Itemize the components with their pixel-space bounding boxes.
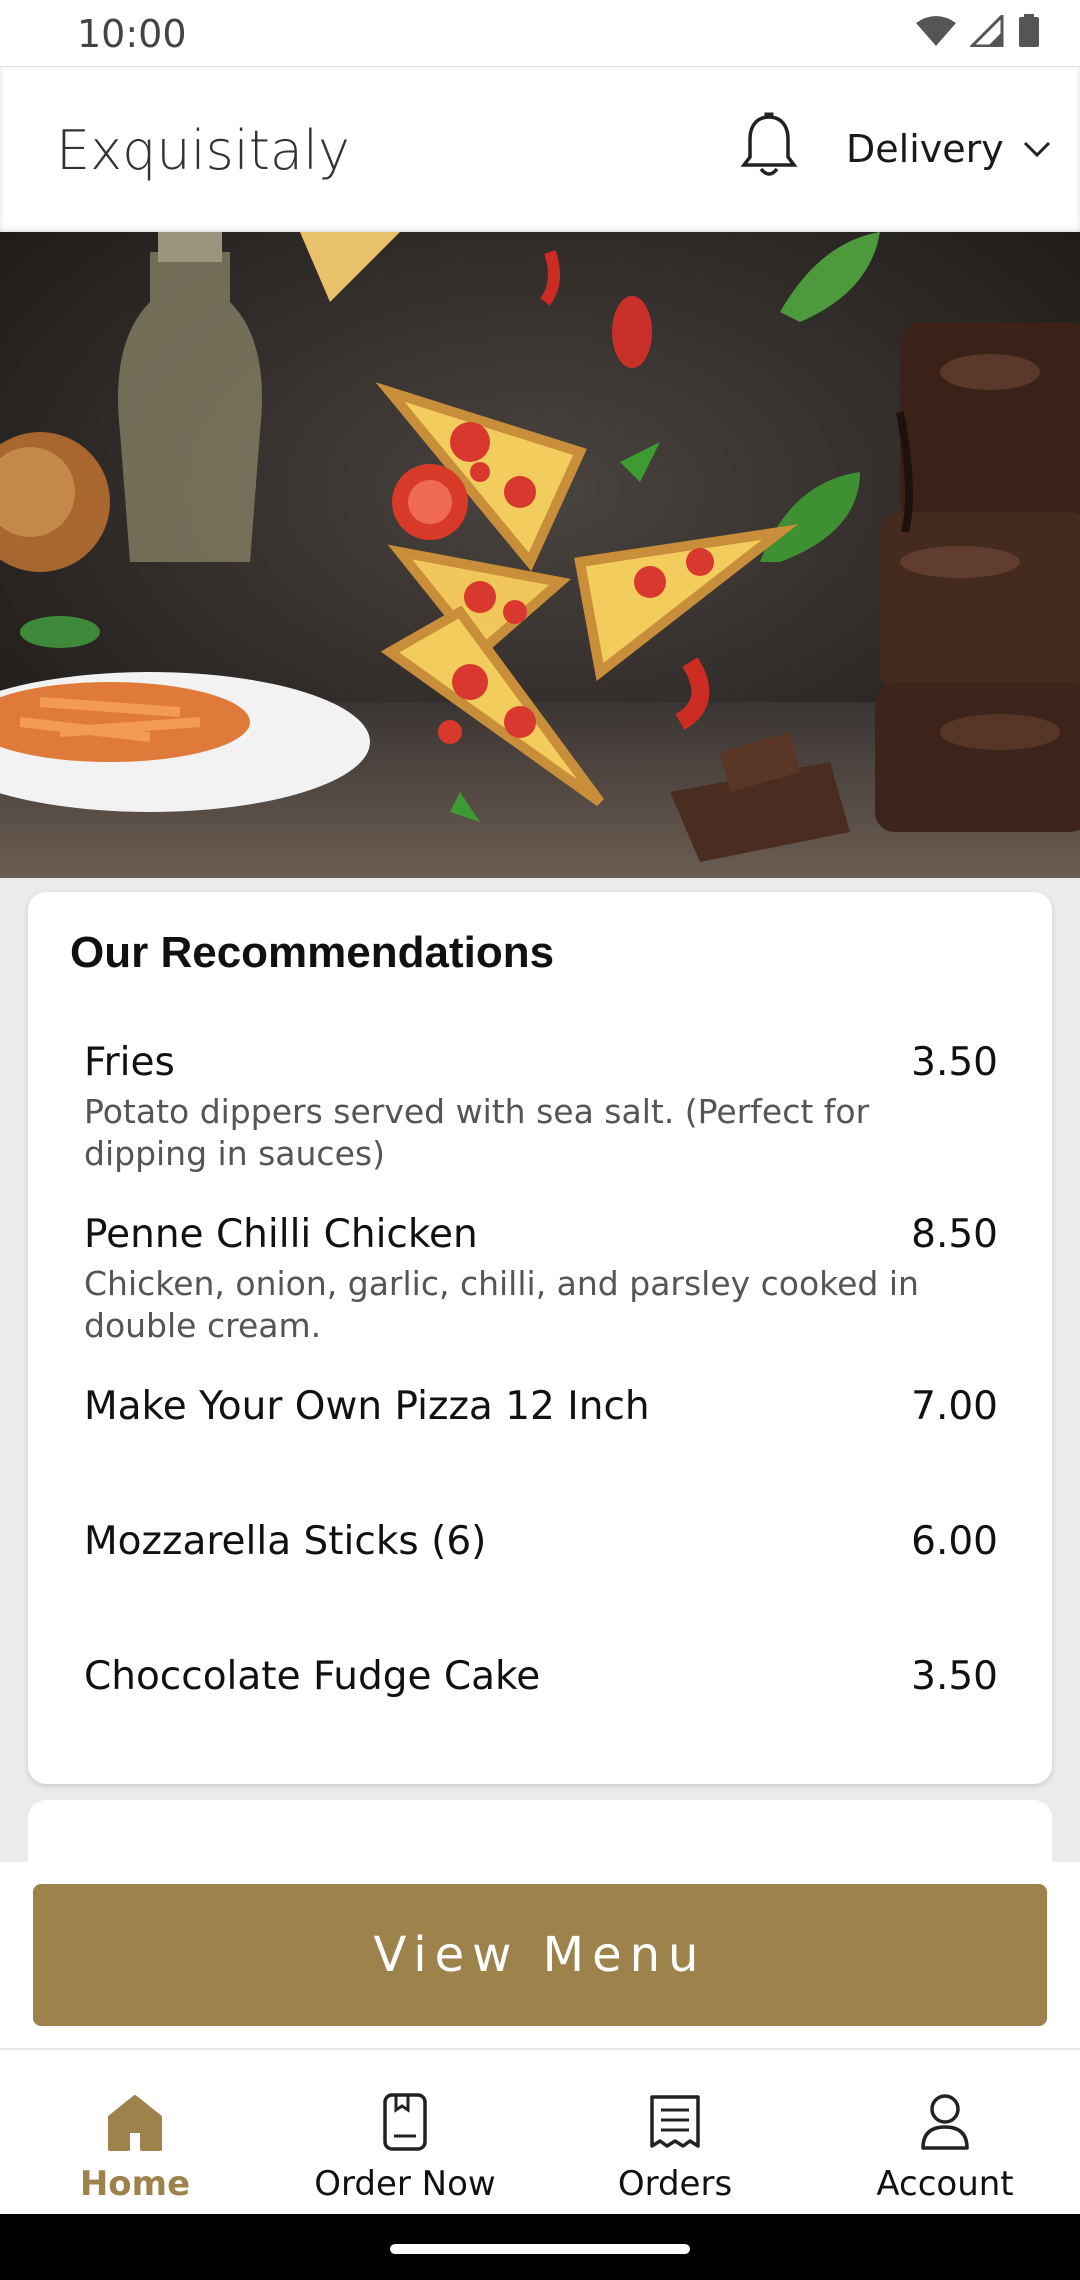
status-bar: 10:00 xyxy=(0,0,1080,66)
menu-item[interactable]: Penne Chilli Chicken 8.50 Chicken, onion… xyxy=(84,1212,998,1347)
menu-item-name: Fries xyxy=(84,1040,175,1085)
menu-item[interactable]: Choccolate Fudge Cake 3.50 xyxy=(84,1654,998,1699)
hero-food-image xyxy=(0,232,1080,878)
order-icon xyxy=(383,2093,427,2151)
nav-item-order-now[interactable]: Order Now xyxy=(270,2050,540,2216)
view-menu-button[interactable]: View Menu xyxy=(33,1884,1047,2026)
nav-item-orders[interactable]: Orders xyxy=(540,2050,810,2216)
menu-item-name: Make Your Own Pizza 12 Inch xyxy=(84,1384,650,1429)
home-icon xyxy=(108,2095,162,2151)
nav-label-home: Home xyxy=(79,2164,191,2204)
status-icons xyxy=(916,14,1040,48)
delivery-label: Delivery xyxy=(846,127,1004,171)
nav-item-account[interactable]: Account xyxy=(810,2050,1080,2216)
bottom-navigation: Home Order Now Orders Account xyxy=(0,2048,1080,2214)
menu-item-name: Choccolate Fudge Cake xyxy=(84,1654,541,1699)
recommendations-title: Our Recommendations xyxy=(70,928,555,977)
menu-item-price: 6.00 xyxy=(911,1519,998,1564)
wifi-icon xyxy=(916,16,956,46)
chevron-down-icon xyxy=(1023,141,1050,158)
hero-illustration xyxy=(0,232,1080,878)
home-indicator[interactable] xyxy=(390,2244,690,2254)
menu-item[interactable]: Fries 3.50 Potato dippers served with se… xyxy=(84,1040,998,1175)
person-icon xyxy=(921,2094,969,2150)
menu-item-price: 7.00 xyxy=(911,1384,998,1429)
battery-icon xyxy=(1019,14,1039,47)
menu-item-price: 8.50 xyxy=(911,1212,998,1257)
menu-item[interactable]: Make Your Own Pizza 12 Inch 7.00 xyxy=(84,1384,998,1429)
menu-item-name: Penne Chilli Chicken xyxy=(84,1212,478,1257)
nav-label-order-now: Order Now xyxy=(314,2164,496,2204)
menu-item-price: 3.50 xyxy=(911,1040,998,1085)
recommendations-card: Our Recommendations Fries 3.50 Potato di… xyxy=(28,892,1052,1784)
status-time: 10:00 xyxy=(77,12,187,56)
menu-item-description: Chicken, onion, garlic, chilli, and pars… xyxy=(84,1264,919,1345)
menu-item-name: Mozzarella Sticks (6) xyxy=(84,1519,487,1564)
receipt-icon xyxy=(650,2095,700,2148)
signal-icon xyxy=(970,15,1004,47)
view-menu-panel: View Menu xyxy=(0,1862,1080,2048)
gesture-bar xyxy=(0,2214,1080,2280)
menu-item-description: Potato dippers served with sea salt. (Pe… xyxy=(84,1092,870,1173)
menu-item[interactable]: Mozzarella Sticks (6) 6.00 xyxy=(84,1519,998,1564)
menu-item-price: 3.50 xyxy=(911,1654,998,1699)
delivery-selector[interactable]: Delivery xyxy=(846,127,1052,171)
nav-item-home[interactable]: Home xyxy=(0,2050,270,2216)
nav-label-account: Account xyxy=(876,2164,1014,2204)
nav-label-orders: Orders xyxy=(617,2164,733,2204)
bell-icon[interactable] xyxy=(740,111,798,181)
app-title: Exquisitaly xyxy=(56,119,350,182)
app-bar: Exquisitaly Delivery xyxy=(0,66,1080,232)
